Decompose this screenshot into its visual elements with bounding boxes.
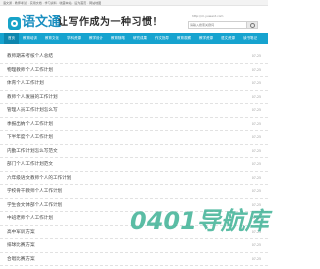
list-item: 教师个人发展的工作计划 07-25 [0, 91, 268, 104]
list-item: 六年级语文教师个人的工作计划 07-25 [0, 172, 268, 185]
list-item: 排球比赛方案 07-25 [0, 239, 268, 253]
list-item: 部门个人工作计划范文 07-25 [0, 158, 268, 172]
nav-item[interactable]: 首页 [4, 33, 19, 44]
logo-icon [8, 17, 21, 30]
list-item: 体育个人工作计划 07-25 [0, 77, 268, 91]
list-item: 合唱比赛方案 07-25 [0, 253, 268, 266]
list-item-title[interactable]: 物理教师个人工作计划 [7, 64, 53, 77]
list-item-title[interactable]: 下半年度个人工作计划 [7, 131, 53, 144]
list-item-date: 07-25 [251, 256, 261, 261]
list-item-title[interactable]: 中班老师个人工作计划 [7, 212, 53, 225]
list-item-title[interactable]: 学校骨干教师个人工作计划 [7, 185, 62, 198]
list-item-title[interactable]: 合唱比赛方案 [7, 253, 35, 266]
list-item-title[interactable]: 排球比赛方案 [7, 239, 35, 252]
watermark: 0401导航库 [130, 207, 269, 235]
list-item-title[interactable]: 季报出纳个人工作计划 [7, 118, 53, 131]
main-nav: 首页 教育培训 教育文化 学科资源 教学设计 教育随笔 研究成果 作文指导 教育观察 教学资源 语文… [0, 33, 268, 44]
list-item-title[interactable]: 教师个人发展的工作计划 [7, 91, 58, 104]
nav-item[interactable]: 教育观察 [173, 33, 195, 44]
nav-item[interactable]: 学科资源 [63, 33, 85, 44]
site-logo[interactable]: 语文通 [8, 15, 61, 31]
nav-item[interactable]: 教学设计 [85, 33, 107, 44]
list-item-title[interactable]: 内勤工作计划怎么写范文 [7, 145, 58, 158]
list-item-date: 07-25 [251, 135, 261, 139]
list-item-date: 07-25 [251, 67, 261, 72]
nav-item[interactable]: 教育随笔 [107, 33, 129, 44]
list-item-title[interactable]: 高中军训方案 [7, 226, 35, 239]
list-item: 季报出纳个人工作计划 07-25 [0, 118, 268, 131]
list-item: 内勤工作计划怎么写范文 07-25 [0, 145, 268, 158]
nav-item[interactable]: 教育培训 [19, 33, 41, 44]
list-item: 学校骨干教师个人工作计划 07-25 [0, 185, 268, 199]
list-item-date: 07-25 [251, 175, 261, 180]
nav-item[interactable]: 作文指导 [151, 33, 173, 44]
list-item-date: 07-25 [251, 243, 261, 247]
list-item: 教师期末考核个人总结 07-25 [0, 50, 268, 64]
list-item-title[interactable]: 教师期末考核个人总结 [7, 50, 53, 63]
list-item: 下半年度个人工作计划 07-25 [0, 131, 268, 145]
nav-item[interactable]: 语文资源 [217, 33, 239, 44]
list-item-date: 07-25 [251, 121, 261, 126]
nav-item[interactable]: 教学资源 [195, 33, 217, 44]
nav-item[interactable]: 读书笔记 [239, 33, 261, 44]
list-item-date: 07-25 [251, 162, 261, 166]
logo-text: 语文通 [22, 15, 62, 30]
list-item-title[interactable]: 学生会文体部个人工作计划 [7, 199, 62, 212]
list-item-date: 07-25 [251, 54, 261, 58]
nav-item[interactable]: 教育文化 [41, 33, 63, 44]
list-item-date: 07-25 [251, 108, 261, 112]
list-item-title[interactable]: 六年级语文教师个人的工作计划 [7, 172, 71, 185]
list-item-title[interactable]: 管理人员工作计划怎么写 [7, 104, 58, 117]
list-item-date: 07-25 [251, 81, 261, 85]
search-button[interactable] [246, 22, 257, 28]
list-item: 物理教师个人工作计划 07-25 [0, 64, 268, 77]
list-item-date: 07-25 [251, 94, 261, 99]
site-slogan: 让写作成为一种习惯！ [58, 17, 163, 28]
nav-item[interactable]: 研究成果 [129, 33, 151, 44]
list-item-date: 07-25 [251, 189, 261, 193]
list-item-date: 07-25 [251, 148, 261, 153]
site-header: 语文通 让写作成为一种习惯！ http://m.yuwent.com [0, 6, 268, 33]
list-item: 管理人员工作计划怎么写 07-25 [0, 104, 268, 118]
list-item-title[interactable]: 部门个人工作计划范文 [7, 158, 53, 171]
site-url[interactable]: http://m.yuwent.com [192, 14, 223, 18]
search-input[interactable] [190, 22, 246, 28]
search-box [188, 21, 258, 29]
list-item-title[interactable]: 体育个人工作计划 [7, 77, 44, 90]
